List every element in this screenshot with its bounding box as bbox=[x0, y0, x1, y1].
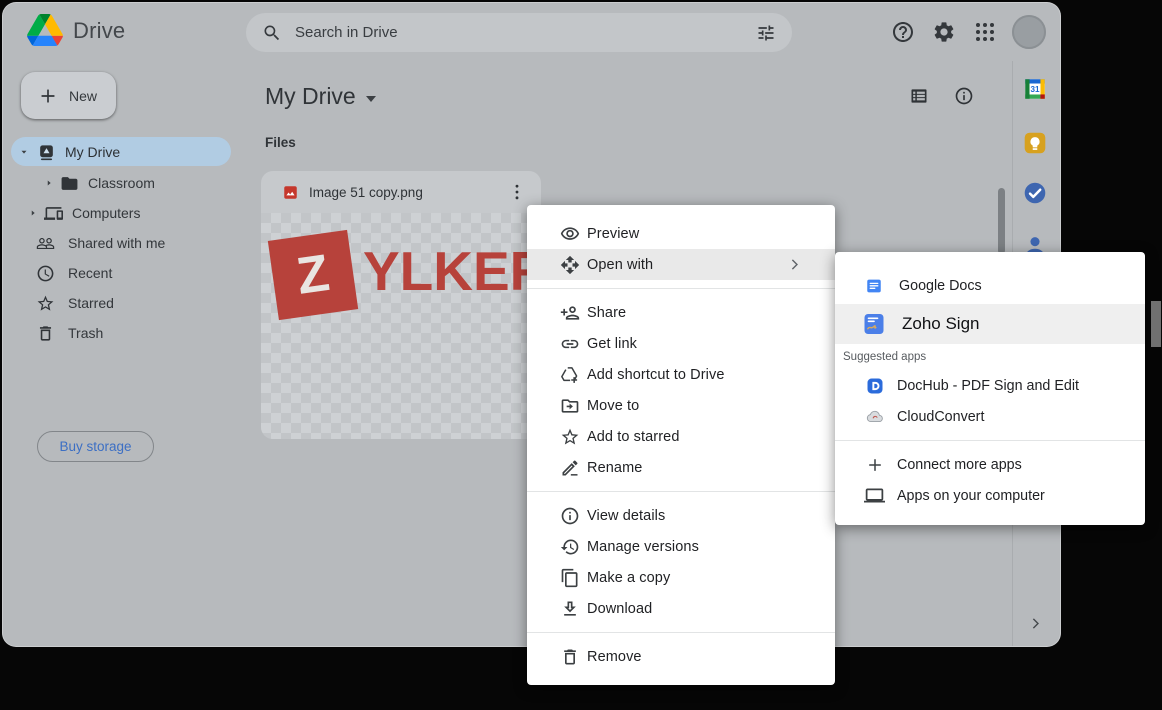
menu-divider bbox=[527, 632, 835, 633]
computers-icon bbox=[44, 204, 63, 223]
google-keep-icon[interactable] bbox=[1022, 130, 1048, 156]
menu-divider bbox=[527, 288, 835, 289]
buy-storage-button[interactable]: Buy storage bbox=[37, 431, 154, 462]
expand-caret-right-icon[interactable] bbox=[28, 208, 38, 218]
google-apps-grid-icon[interactable] bbox=[973, 20, 997, 44]
zoho-sign-icon bbox=[862, 312, 886, 336]
google-docs-icon bbox=[865, 277, 883, 295]
sidebar-item-trash[interactable]: Trash bbox=[3, 318, 243, 348]
new-button[interactable]: New bbox=[21, 72, 116, 119]
suggested-apps-label: Suggested apps bbox=[835, 344, 1145, 370]
list-view-toggle-icon[interactable] bbox=[909, 86, 929, 106]
trash-icon bbox=[560, 647, 580, 667]
trash-icon bbox=[36, 324, 55, 343]
sidebar-item-computers[interactable]: Computers bbox=[3, 198, 243, 228]
help-icon[interactable] bbox=[891, 20, 915, 44]
open-with-icon bbox=[560, 255, 580, 275]
submenu-item-zoho-sign[interactable]: Zoho Sign bbox=[835, 304, 1145, 344]
files-section-label: Files bbox=[265, 135, 296, 150]
menu-item-get-link[interactable]: Get link bbox=[527, 328, 835, 359]
file-name: Image 51 copy.png bbox=[309, 185, 423, 200]
search-bar[interactable]: Search in Drive bbox=[246, 13, 792, 52]
menu-item-preview[interactable]: Preview bbox=[527, 218, 835, 249]
menu-item-move-to[interactable]: Move to bbox=[527, 390, 835, 421]
file-card-header: Image 51 copy.png bbox=[261, 171, 541, 213]
plus-icon bbox=[866, 456, 884, 474]
sidebar-item-my-drive[interactable]: My Drive bbox=[3, 137, 243, 167]
info-icon bbox=[560, 506, 580, 526]
file-more-options-icon[interactable] bbox=[507, 182, 527, 202]
menu-item-add-shortcut[interactable]: Add shortcut to Drive bbox=[527, 359, 835, 390]
menu-item-rename[interactable]: Rename bbox=[527, 452, 835, 483]
preview-eye-icon bbox=[560, 224, 580, 244]
expand-caret-down-icon[interactable] bbox=[19, 147, 29, 157]
menu-item-manage-versions[interactable]: Manage versions bbox=[527, 531, 835, 562]
page-scrollbar-thumb[interactable] bbox=[1151, 301, 1161, 347]
file-context-menu: Preview Open with Share Get link Add sho… bbox=[527, 205, 835, 685]
file-thumbnail: Z YLKER bbox=[261, 213, 541, 439]
rename-pencil-icon bbox=[560, 458, 580, 478]
menu-divider bbox=[835, 440, 1145, 441]
search-placeholder: Search in Drive bbox=[295, 24, 398, 41]
menu-item-share[interactable]: Share bbox=[527, 297, 835, 328]
screenshot-canvas: Drive Search in Drive New My Drive Class… bbox=[0, 0, 1162, 710]
star-icon bbox=[560, 427, 580, 447]
avatar[interactable] bbox=[1012, 15, 1046, 49]
image-file-type-icon bbox=[283, 185, 298, 200]
sidebar-item-recent[interactable]: Recent bbox=[3, 258, 243, 288]
expand-caret-right-icon[interactable] bbox=[44, 178, 54, 188]
menu-item-make-a-copy[interactable]: Make a copy bbox=[527, 562, 835, 593]
drive-logo-icon bbox=[27, 14, 63, 46]
menu-item-add-to-starred[interactable]: Add to starred bbox=[527, 421, 835, 452]
submenu-item-dochub[interactable]: DocHub - PDF Sign and Edit bbox=[835, 370, 1145, 401]
submenu-item-apps-on-your-computer[interactable]: Apps on your computer bbox=[835, 480, 1145, 511]
share-person-add-icon bbox=[560, 303, 580, 323]
submenu-item-cloudconvert[interactable]: CloudConvert bbox=[835, 401, 1145, 432]
dochub-icon bbox=[866, 377, 884, 395]
search-options-icon[interactable] bbox=[756, 23, 776, 43]
menu-item-open-with[interactable]: Open with bbox=[527, 249, 835, 280]
settings-gear-icon[interactable] bbox=[932, 20, 956, 44]
google-calendar-icon[interactable] bbox=[1022, 76, 1048, 102]
add-shortcut-drive-icon bbox=[560, 365, 580, 385]
title-caret-down-icon bbox=[366, 96, 376, 102]
shared-people-icon bbox=[36, 234, 55, 253]
folder-icon bbox=[60, 174, 79, 193]
plus-icon bbox=[38, 86, 58, 106]
menu-item-remove[interactable]: Remove bbox=[527, 641, 835, 672]
side-panel-expand-chevron-icon[interactable] bbox=[1027, 615, 1044, 632]
google-tasks-icon[interactable] bbox=[1022, 180, 1048, 206]
sidebar-item-starred[interactable]: Starred bbox=[3, 288, 243, 318]
sidebar-item-classroom[interactable]: Classroom bbox=[3, 168, 243, 198]
submenu-chevron-right-icon bbox=[786, 256, 803, 273]
page-title-my-drive[interactable]: My Drive bbox=[265, 83, 376, 110]
laptop-icon bbox=[864, 485, 885, 506]
file-card[interactable]: Image 51 copy.png Z YLKER bbox=[261, 171, 541, 439]
move-folder-icon bbox=[560, 396, 580, 416]
submenu-item-connect-more-apps[interactable]: Connect more apps bbox=[835, 449, 1145, 480]
buy-storage-label: Buy storage bbox=[59, 439, 131, 454]
submenu-item-google-docs[interactable]: Google Docs bbox=[835, 268, 1145, 304]
history-clock-icon bbox=[560, 537, 580, 557]
search-icon bbox=[262, 23, 282, 43]
zylker-logo-text: YLKER bbox=[363, 239, 541, 303]
star-icon bbox=[36, 294, 55, 313]
my-drive-icon bbox=[37, 143, 56, 162]
menu-item-view-details[interactable]: View details bbox=[527, 500, 835, 531]
clock-icon bbox=[36, 264, 55, 283]
open-with-submenu: Google Docs Zoho Sign Suggested apps Doc… bbox=[835, 252, 1145, 525]
new-button-label: New bbox=[69, 88, 97, 104]
zylker-logo-z-square: Z bbox=[268, 230, 358, 320]
menu-divider bbox=[527, 491, 835, 492]
content-scrollbar-thumb[interactable] bbox=[998, 188, 1005, 254]
sidebar-item-shared-with-me[interactable]: Shared with me bbox=[3, 228, 243, 258]
app-name: Drive bbox=[73, 18, 125, 44]
cloudconvert-icon bbox=[865, 407, 885, 427]
menu-item-download[interactable]: Download bbox=[527, 593, 835, 624]
view-details-info-icon[interactable] bbox=[954, 86, 974, 106]
copy-icon bbox=[560, 568, 580, 588]
link-icon bbox=[560, 334, 580, 354]
download-icon bbox=[560, 599, 580, 619]
